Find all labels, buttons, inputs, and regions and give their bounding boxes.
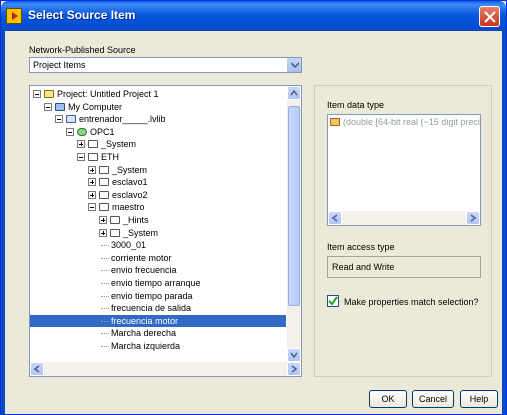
tree-item-label: 3000_01: [111, 240, 147, 251]
item-access-type-value: Read and Write: [332, 262, 395, 272]
item-access-type-box: Read and Write: [327, 256, 481, 278]
tree-item-label: Marcha derecha: [111, 328, 177, 339]
folder-icon: [99, 203, 109, 212]
project-icon: [44, 90, 54, 98]
folder-icon: [88, 140, 98, 149]
tree-connector: [101, 257, 109, 259]
window-frame-right: [502, 31, 506, 415]
help-button[interactable]: Help: [460, 390, 498, 408]
dialog-window: Select Source Item Network-Published Sou…: [0, 0, 507, 415]
source-dropdown-value: Project Items: [33, 60, 86, 70]
expand-icon[interactable]: [88, 165, 96, 174]
tree-item-label: My Computer: [68, 101, 123, 112]
chevron-up-icon: [290, 89, 298, 96]
app-icon: [6, 8, 22, 24]
tree-item-label: ETH: [101, 152, 119, 162]
scroll-up-button[interactable]: [287, 86, 301, 100]
collapse-icon[interactable]: [44, 102, 52, 111]
chevron-right-icon: [291, 365, 298, 373]
folder-icon: [88, 153, 98, 161]
tree-item-label: Project: Untitled Project 1: [57, 89, 159, 99]
expand-icon[interactable]: [88, 190, 96, 199]
scroll-left-button[interactable]: [328, 211, 342, 225]
chevron-down-icon: [291, 62, 299, 68]
match-selection-checkbox[interactable]: [327, 295, 339, 307]
dbl-type-icon: [330, 118, 340, 126]
tree-connector: [101, 283, 109, 284]
window-frame-left: [1, 31, 5, 415]
folder-icon: [99, 190, 109, 199]
collapse-icon[interactable]: [88, 203, 96, 212]
collapse-icon[interactable]: [66, 127, 74, 136]
tree-connector: [101, 245, 109, 247]
folder-icon: [99, 165, 109, 174]
chevron-right-icon: [470, 214, 477, 222]
match-selection-label: Make properties match selection?: [344, 297, 479, 307]
source-dropdown[interactable]: Project Items: [29, 57, 302, 73]
tree-connector: [101, 320, 109, 322]
tree-item[interactable]: frecuencia motor: [30, 314, 286, 327]
chevron-down-icon: [290, 352, 298, 359]
data-type-horizontal-scrollbar[interactable]: [328, 211, 480, 225]
source-tree[interactable]: Project: Untitled Project 1 My Computer en…: [29, 85, 302, 377]
window-title: Select Source Item: [28, 8, 136, 22]
tree-connector: [101, 295, 109, 297]
title-bar[interactable]: Select Source Item: [1, 1, 506, 31]
tree-vertical-scrollbar[interactable]: [287, 86, 301, 362]
tree-connector: [101, 308, 109, 310]
tree-item-label: frecuencia motor: [111, 315, 179, 326]
tree-item-label: corriente motor: [111, 252, 172, 263]
io-server-icon: [77, 127, 87, 136]
scroll-right-button[interactable]: [466, 211, 480, 225]
tree-item-label: _Hints: [123, 215, 149, 225]
tree-item-label: _System: [112, 164, 148, 175]
expand-icon[interactable]: [99, 228, 107, 237]
tree-item-label: envio frecuencia: [111, 265, 177, 276]
tree-horizontal-scrollbar[interactable]: [30, 362, 301, 376]
item-data-type-value: (double [64-bit real (~15 digit preci: [343, 117, 480, 127]
tree-vertical-scroll-thumb[interactable]: [288, 106, 300, 306]
tree-item-label: entrenador_____.lvlib: [79, 114, 166, 125]
ok-button[interactable]: OK: [369, 390, 407, 408]
close-icon: [484, 11, 496, 23]
close-button[interactable]: [479, 6, 500, 27]
cancel-button[interactable]: Cancel: [412, 390, 454, 408]
tree-connector: [101, 333, 109, 335]
tree-item-label: Marcha izquierda: [111, 341, 181, 351]
item-properties-panel: Item data type (double [64-bit real (~15…: [314, 85, 492, 377]
item-access-type-label: Item access type: [327, 242, 395, 252]
tree-connector: [101, 346, 109, 347]
tree-item-label: OPC1: [90, 126, 115, 137]
item-data-type-box: (double [64-bit real (~15 digit preci: [327, 114, 481, 226]
collapse-icon[interactable]: [33, 90, 41, 98]
item-data-type-label: Item data type: [327, 100, 385, 110]
expand-icon[interactable]: [99, 216, 107, 224]
folder-icon: [110, 228, 120, 237]
tree-item-label: esclavo1: [112, 177, 148, 188]
chevron-left-icon: [33, 365, 40, 373]
tree-item-label: esclavo2: [112, 189, 148, 200]
expand-icon[interactable]: [77, 140, 85, 149]
tree-item-label: frecuencia de salida: [111, 303, 192, 314]
collapse-icon[interactable]: [55, 115, 63, 124]
expand-icon[interactable]: [88, 178, 96, 187]
dropdown-button[interactable]: [286, 58, 301, 72]
tree-item-label: envio tiempo arranque: [111, 278, 201, 288]
source-label: Network-Published Source: [29, 45, 136, 55]
tree-item-label: maestro: [112, 202, 145, 213]
tree-item-label: _System: [101, 139, 137, 150]
tree-item-label: envio tiempo parada: [111, 290, 193, 301]
scroll-right-button[interactable]: [287, 362, 301, 376]
checkmark-icon: [328, 296, 338, 306]
tree-item-label: _System: [123, 227, 159, 238]
chevron-left-icon: [331, 214, 338, 222]
collapse-icon[interactable]: [77, 153, 85, 161]
computer-icon: [55, 102, 65, 111]
scroll-down-button[interactable]: [287, 348, 301, 362]
library-icon: [66, 115, 76, 124]
scroll-left-button[interactable]: [30, 362, 44, 376]
folder-icon: [110, 216, 120, 224]
folder-icon: [99, 178, 109, 187]
tree-connector: [101, 270, 109, 272]
